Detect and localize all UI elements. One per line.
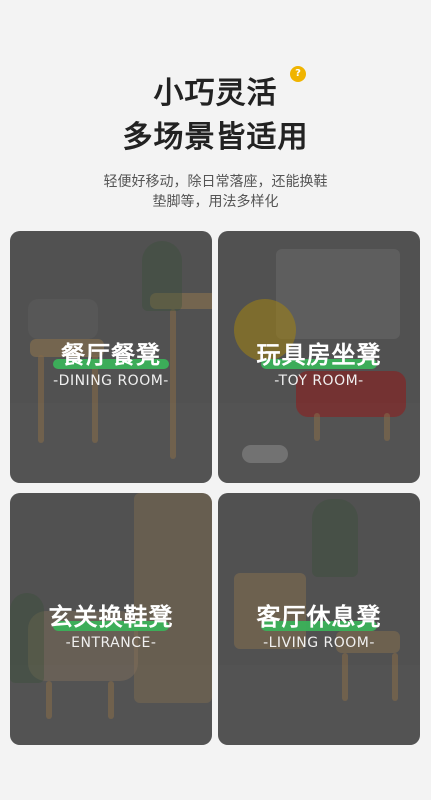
card-subtitle: -ENTRANCE- bbox=[65, 635, 157, 651]
scene-card-dining-room: 餐厅餐凳 -DINING ROOM- bbox=[10, 231, 212, 483]
hero-subtitle-line-2: 垫脚等，用法多样化 bbox=[152, 194, 279, 210]
hero-title-line-2: 多场景皆适用 bbox=[122, 120, 309, 155]
card-title: 玄关换鞋凳 bbox=[48, 603, 174, 631]
scene-card-living-room: 客厅休息凳 -LIVING ROOM- bbox=[218, 493, 420, 745]
card-title: 餐厅餐凳 bbox=[61, 341, 161, 369]
card-subtitle: -TOY ROOM- bbox=[274, 373, 364, 389]
card-title: 客厅休息凳 bbox=[256, 603, 382, 631]
badge: ? bbox=[290, 66, 306, 82]
page: 小巧灵活 多场景皆适用 ? 轻便好移动，除日常落座，还能换鞋 垫脚等，用法多样化… bbox=[0, 0, 431, 800]
hero-title-line-1: 小巧灵活 bbox=[153, 76, 278, 111]
card-subtitle: -DINING ROOM- bbox=[53, 373, 169, 389]
card-title: 玩具房坐凳 bbox=[256, 341, 382, 369]
scene-card-entrance: 玄关换鞋凳 -ENTRANCE- bbox=[10, 493, 212, 745]
hero-subtitle-line-1: 轻便好移动，除日常落座，还能换鞋 bbox=[103, 174, 328, 190]
scene-card-toy-room: 玩具房坐凳 -TOY ROOM- bbox=[218, 231, 420, 483]
card-subtitle: -LIVING ROOM- bbox=[263, 635, 375, 651]
